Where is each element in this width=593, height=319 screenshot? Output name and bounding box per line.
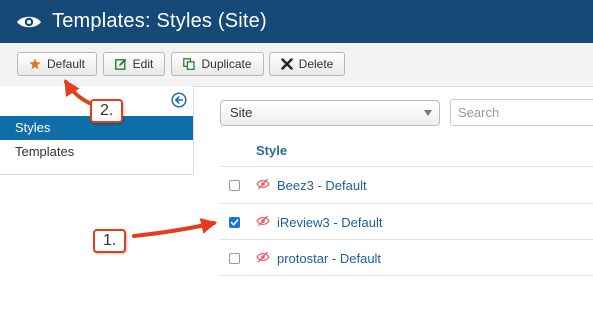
- eye-slash-icon: [256, 178, 270, 190]
- column-header-style[interactable]: Style: [256, 143, 287, 158]
- sidebar-item-templates[interactable]: Templates: [0, 140, 193, 164]
- eye-icon: [17, 16, 41, 27]
- client-filter-select[interactable]: Site: [220, 100, 440, 126]
- delete-button-label: Delete: [298, 57, 334, 71]
- page-header: Templates: Styles (Site): [0, 0, 593, 43]
- row-checkbox[interactable]: [229, 253, 240, 264]
- duplicate-button[interactable]: Duplicate: [171, 52, 264, 76]
- client-filter-value: Site: [230, 105, 253, 120]
- eye-slash-icon: [256, 251, 270, 263]
- search-input[interactable]: [450, 99, 593, 126]
- arrow-to-selected-checkbox: [132, 218, 218, 238]
- collapse-sidebar-icon[interactable]: [171, 92, 187, 108]
- callout-step-1: 1.: [93, 229, 127, 253]
- page-title: Templates: Styles (Site): [52, 10, 267, 32]
- row-checkbox[interactable]: [229, 180, 240, 191]
- style-link[interactable]: Beez3 - Default: [277, 178, 367, 193]
- style-link[interactable]: iReview3 - Default: [277, 215, 383, 230]
- edit-button-label: Edit: [132, 57, 154, 71]
- row-checkbox[interactable]: [229, 217, 240, 228]
- eye-slash-icon: [256, 215, 270, 227]
- checkmark-icon: [230, 219, 239, 226]
- delete-button[interactable]: Delete: [269, 52, 345, 76]
- callout-step-2: 2.: [90, 99, 124, 123]
- copy-icon: [183, 58, 196, 70]
- chevron-down-icon: [424, 110, 432, 116]
- row-divider: [220, 275, 593, 276]
- table-row: iReview3 - Default: [220, 204, 593, 240]
- default-button[interactable]: Default: [17, 52, 97, 76]
- edit-button[interactable]: Edit: [103, 52, 165, 76]
- style-link[interactable]: protostar - Default: [277, 251, 381, 266]
- close-icon: [280, 58, 293, 70]
- star-icon: [29, 58, 41, 70]
- table-row: Beez3 - Default: [220, 167, 593, 203]
- table-row: protostar - Default: [220, 240, 593, 276]
- edit-icon: [114, 58, 126, 70]
- default-button-label: Default: [46, 57, 86, 71]
- toolbar: Default Edit Duplicate Delete: [0, 43, 593, 87]
- duplicate-button-label: Duplicate: [201, 57, 252, 71]
